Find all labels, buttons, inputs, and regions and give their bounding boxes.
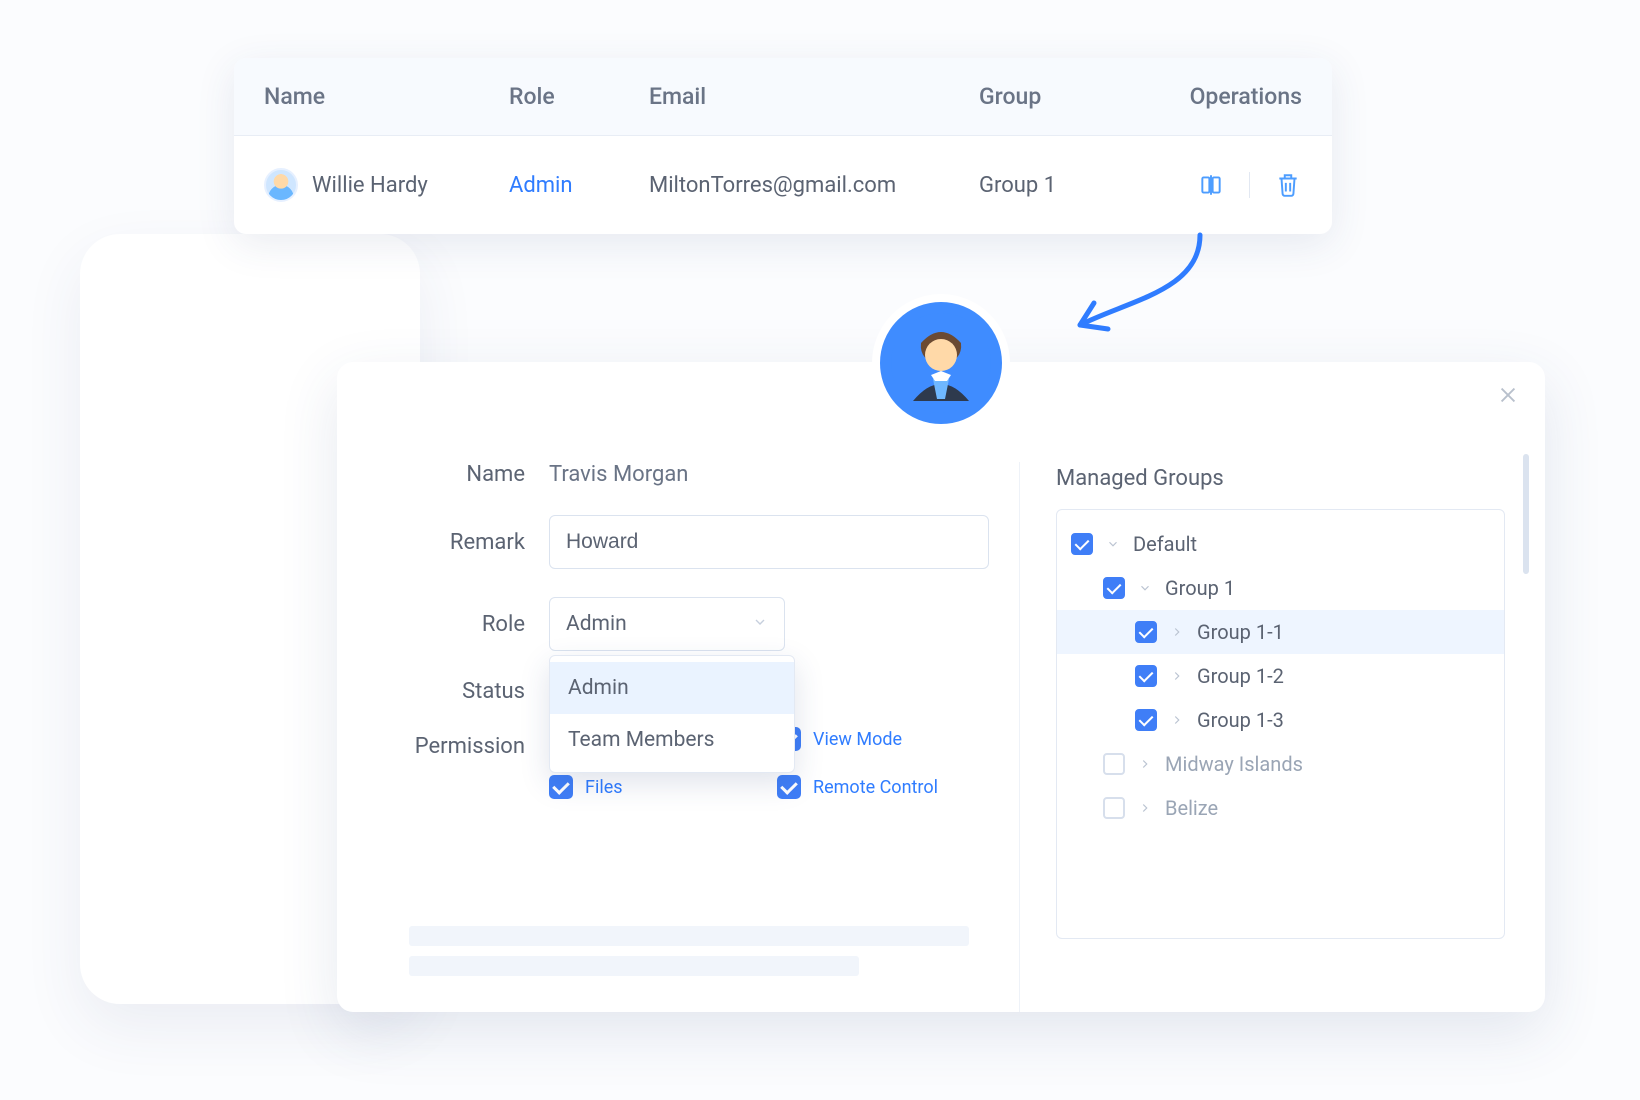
tree-row[interactable]: Default	[1057, 522, 1504, 566]
role-dropdown: Admin Team Members	[549, 655, 795, 773]
users-table-header: Name Role Email Group Operations	[234, 58, 1332, 136]
row-name-text: Willie Hardy	[312, 173, 428, 198]
close-icon[interactable]	[1497, 384, 1519, 406]
form-placeholder-bar	[409, 956, 859, 976]
detail-form: Name Travis Morgan Remark Role Admin	[337, 462, 1019, 1012]
chevron-right-icon[interactable]	[1169, 668, 1185, 684]
tree-row[interactable]: Group 1-1	[1057, 610, 1504, 654]
permission-view-mode[interactable]: View Mode	[777, 727, 977, 751]
table-header-group: Group	[979, 83, 1179, 110]
tree-row[interactable]: Group 1	[1057, 566, 1504, 610]
remark-input[interactable]	[549, 515, 989, 569]
tree-checkbox-icon[interactable]	[1103, 753, 1125, 775]
tree-node-label: Belize	[1165, 796, 1218, 820]
tree-checkbox-icon[interactable]	[1135, 665, 1157, 687]
avatar-icon	[264, 168, 298, 202]
tree-node-label: Group 1	[1165, 576, 1235, 600]
tree-row[interactable]: Group 1-2	[1057, 654, 1504, 698]
tree-checkbox-icon[interactable]	[1135, 621, 1157, 643]
chevron-right-icon[interactable]	[1137, 756, 1153, 772]
chevron-right-icon[interactable]	[1137, 800, 1153, 816]
permission-files[interactable]: Files	[549, 775, 749, 799]
tree-row[interactable]: Group 1-3	[1057, 698, 1504, 742]
chevron-down-icon[interactable]	[1137, 580, 1153, 596]
permission-label-text: Files	[585, 777, 623, 798]
edit-icon[interactable]	[1197, 171, 1225, 199]
row-role-cell[interactable]: Admin	[509, 173, 649, 198]
tree-checkbox-icon[interactable]	[1103, 797, 1125, 819]
table-row[interactable]: Willie Hardy Admin MiltonTorres@gmail.co…	[234, 136, 1332, 234]
table-header-email: Email	[649, 83, 979, 110]
tree-row[interactable]: Midway Islands	[1057, 742, 1504, 786]
permission-label-text: View Mode	[813, 729, 902, 750]
table-header-name: Name	[264, 83, 509, 110]
users-table-card: Name Role Email Group Operations Willie …	[234, 58, 1332, 234]
managed-groups-panel: Managed Groups Default Group 1 Group 1-1 Gr…	[1019, 462, 1545, 1012]
role-select[interactable]: Admin	[549, 597, 785, 651]
row-email-cell: MiltonTorres@gmail.com	[649, 173, 979, 198]
managed-groups-title: Managed Groups	[1056, 466, 1505, 491]
chevron-right-icon[interactable]	[1169, 712, 1185, 728]
name-value: Travis Morgan	[549, 462, 989, 487]
tree-row[interactable]: Belize	[1057, 786, 1504, 830]
permission-label-text: Remote Control	[813, 777, 938, 798]
tree-node-label: Group 1-2	[1197, 664, 1284, 688]
name-label: Name	[409, 462, 549, 487]
role-select-value: Admin	[566, 612, 627, 636]
tree-checkbox-icon[interactable]	[1071, 533, 1093, 555]
tree-checkbox-icon[interactable]	[1103, 577, 1125, 599]
role-label: Role	[409, 612, 549, 637]
checkbox-icon[interactable]	[777, 775, 801, 799]
tree-checkbox-icon[interactable]	[1135, 709, 1157, 731]
tree-node-label: Default	[1133, 532, 1197, 556]
user-detail-card: Name Travis Morgan Remark Role Admin	[337, 362, 1545, 1012]
form-placeholder-bar	[409, 926, 969, 946]
remark-label: Remark	[409, 530, 549, 555]
table-header-ops: Operations	[1179, 83, 1302, 110]
status-label: Status	[409, 679, 549, 704]
avatar	[872, 294, 1010, 432]
chevron-down-icon	[752, 612, 768, 636]
role-option-team-members[interactable]: Team Members	[550, 714, 794, 766]
operations-divider	[1249, 172, 1250, 198]
chevron-down-icon[interactable]	[1105, 536, 1121, 552]
permission-remote-control[interactable]: Remote Control	[777, 775, 977, 799]
row-operations-cell	[1179, 171, 1302, 199]
annotation-arrow-icon	[1060, 230, 1220, 350]
tree-node-label: Group 1-1	[1197, 620, 1284, 644]
tree-node-label: Midway Islands	[1165, 752, 1303, 776]
permission-label: Permission	[409, 732, 549, 759]
checkbox-icon[interactable]	[549, 775, 573, 799]
groups-tree: Default Group 1 Group 1-1 Group 1-2 Group 1-…	[1056, 509, 1505, 939]
tree-node-label: Group 1-3	[1197, 708, 1284, 732]
delete-icon[interactable]	[1274, 171, 1302, 199]
row-name-cell: Willie Hardy	[264, 168, 509, 202]
role-option-admin[interactable]: Admin	[550, 662, 794, 714]
row-group-cell: Group 1	[979, 173, 1179, 198]
table-header-role: Role	[509, 83, 649, 110]
chevron-right-icon[interactable]	[1169, 624, 1185, 640]
